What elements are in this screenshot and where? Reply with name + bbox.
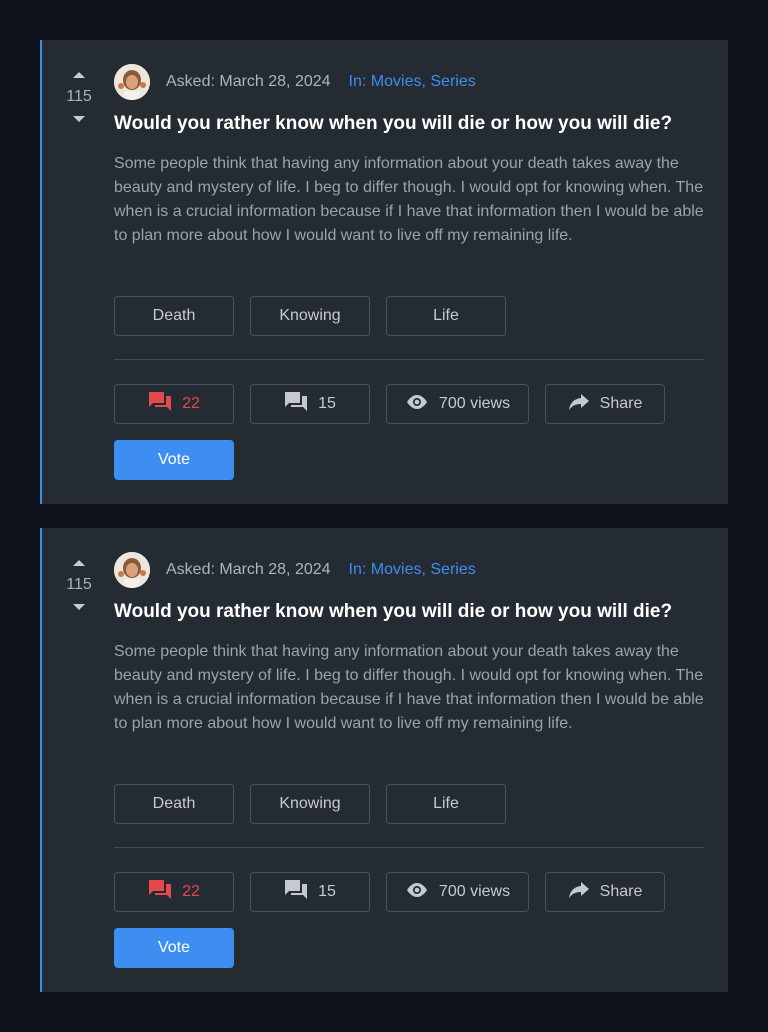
tag-death[interactable]: Death [114, 296, 234, 336]
vote-button[interactable]: Vote [114, 928, 234, 968]
share-arrow-icon [568, 393, 590, 416]
category-link-series[interactable]: Series [430, 561, 475, 578]
tag-death[interactable]: Death [114, 784, 234, 824]
category-link-movies[interactable]: Movies [371, 73, 422, 90]
comments-button[interactable]: 15 [250, 384, 370, 424]
in-label: In: [348, 561, 367, 578]
comment-icon [284, 879, 308, 906]
views-count: 700 views [438, 883, 511, 900]
answers-button[interactable]: 22 [114, 872, 234, 912]
tag-life[interactable]: Life [386, 784, 506, 824]
tag-knowing[interactable]: Knowing [250, 296, 370, 336]
views-count: 700 views [438, 395, 511, 412]
question-body: Some people think that having any inform… [114, 643, 704, 732]
comments-count: 15 [318, 883, 336, 900]
vote-count: 115 [66, 576, 92, 593]
tag-knowing[interactable]: Knowing [250, 784, 370, 824]
category-link-series[interactable]: Series [430, 73, 475, 90]
avatar[interactable] [114, 64, 150, 100]
question-card: 115 Asked: March 28, 2024 In: Movies, Se… [40, 528, 728, 992]
answers-count: 22 [182, 883, 200, 900]
divider [114, 359, 704, 360]
vote-widget: 115 [64, 68, 94, 122]
tag-list: Death Knowing Life [114, 784, 506, 824]
question-title[interactable]: Would you rather know when you will die … [114, 112, 714, 136]
question-card: 115 Asked: March 28, 2024 In: Movies, Se… [40, 40, 728, 504]
question-meta: Asked: March 28, 2024 In: Movies, Series [114, 552, 476, 588]
share-label: Share [599, 883, 643, 900]
question-title[interactable]: Would you rather know when you will die … [114, 600, 714, 624]
category-line: In: Movies, Series [349, 73, 476, 91]
vote-button[interactable]: Vote [114, 440, 234, 480]
downvote-icon[interactable] [73, 604, 85, 610]
category-line: In: Movies, Series [349, 561, 476, 579]
views-button[interactable]: 700 views [386, 872, 529, 912]
avatar[interactable] [114, 552, 150, 588]
forum-icon [148, 391, 172, 418]
upvote-icon[interactable] [73, 72, 85, 78]
asked-date: Asked: March 28, 2024 [166, 561, 331, 578]
comments-button[interactable]: 15 [250, 872, 370, 912]
divider [114, 847, 704, 848]
answers-count: 22 [182, 395, 200, 412]
eye-icon [405, 882, 429, 903]
share-button[interactable]: Share [545, 872, 665, 912]
vote-widget: 115 [64, 556, 94, 610]
question-meta: Asked: March 28, 2024 In: Movies, Series [114, 64, 476, 100]
question-body: Some people think that having any inform… [114, 155, 704, 244]
upvote-icon[interactable] [73, 560, 85, 566]
views-button[interactable]: 700 views [386, 384, 529, 424]
question-feed: 115 Asked: March 28, 2024 In: Movies, Se… [0, 0, 768, 1032]
downvote-icon[interactable] [73, 116, 85, 122]
action-bar: 22 15 700 views Share [114, 384, 665, 424]
in-label: In: [348, 73, 367, 90]
asked-date: Asked: March 28, 2024 [166, 73, 331, 90]
share-button[interactable]: Share [545, 384, 665, 424]
eye-icon [405, 394, 429, 415]
answers-button[interactable]: 22 [114, 384, 234, 424]
comments-count: 15 [318, 395, 336, 412]
share-arrow-icon [568, 881, 590, 904]
tag-list: Death Knowing Life [114, 296, 506, 336]
comment-icon [284, 391, 308, 418]
vote-count: 115 [66, 88, 92, 105]
action-bar: 22 15 700 views Share [114, 872, 665, 912]
forum-icon [148, 879, 172, 906]
category-link-movies[interactable]: Movies [371, 561, 422, 578]
tag-life[interactable]: Life [386, 296, 506, 336]
share-label: Share [599, 395, 643, 412]
